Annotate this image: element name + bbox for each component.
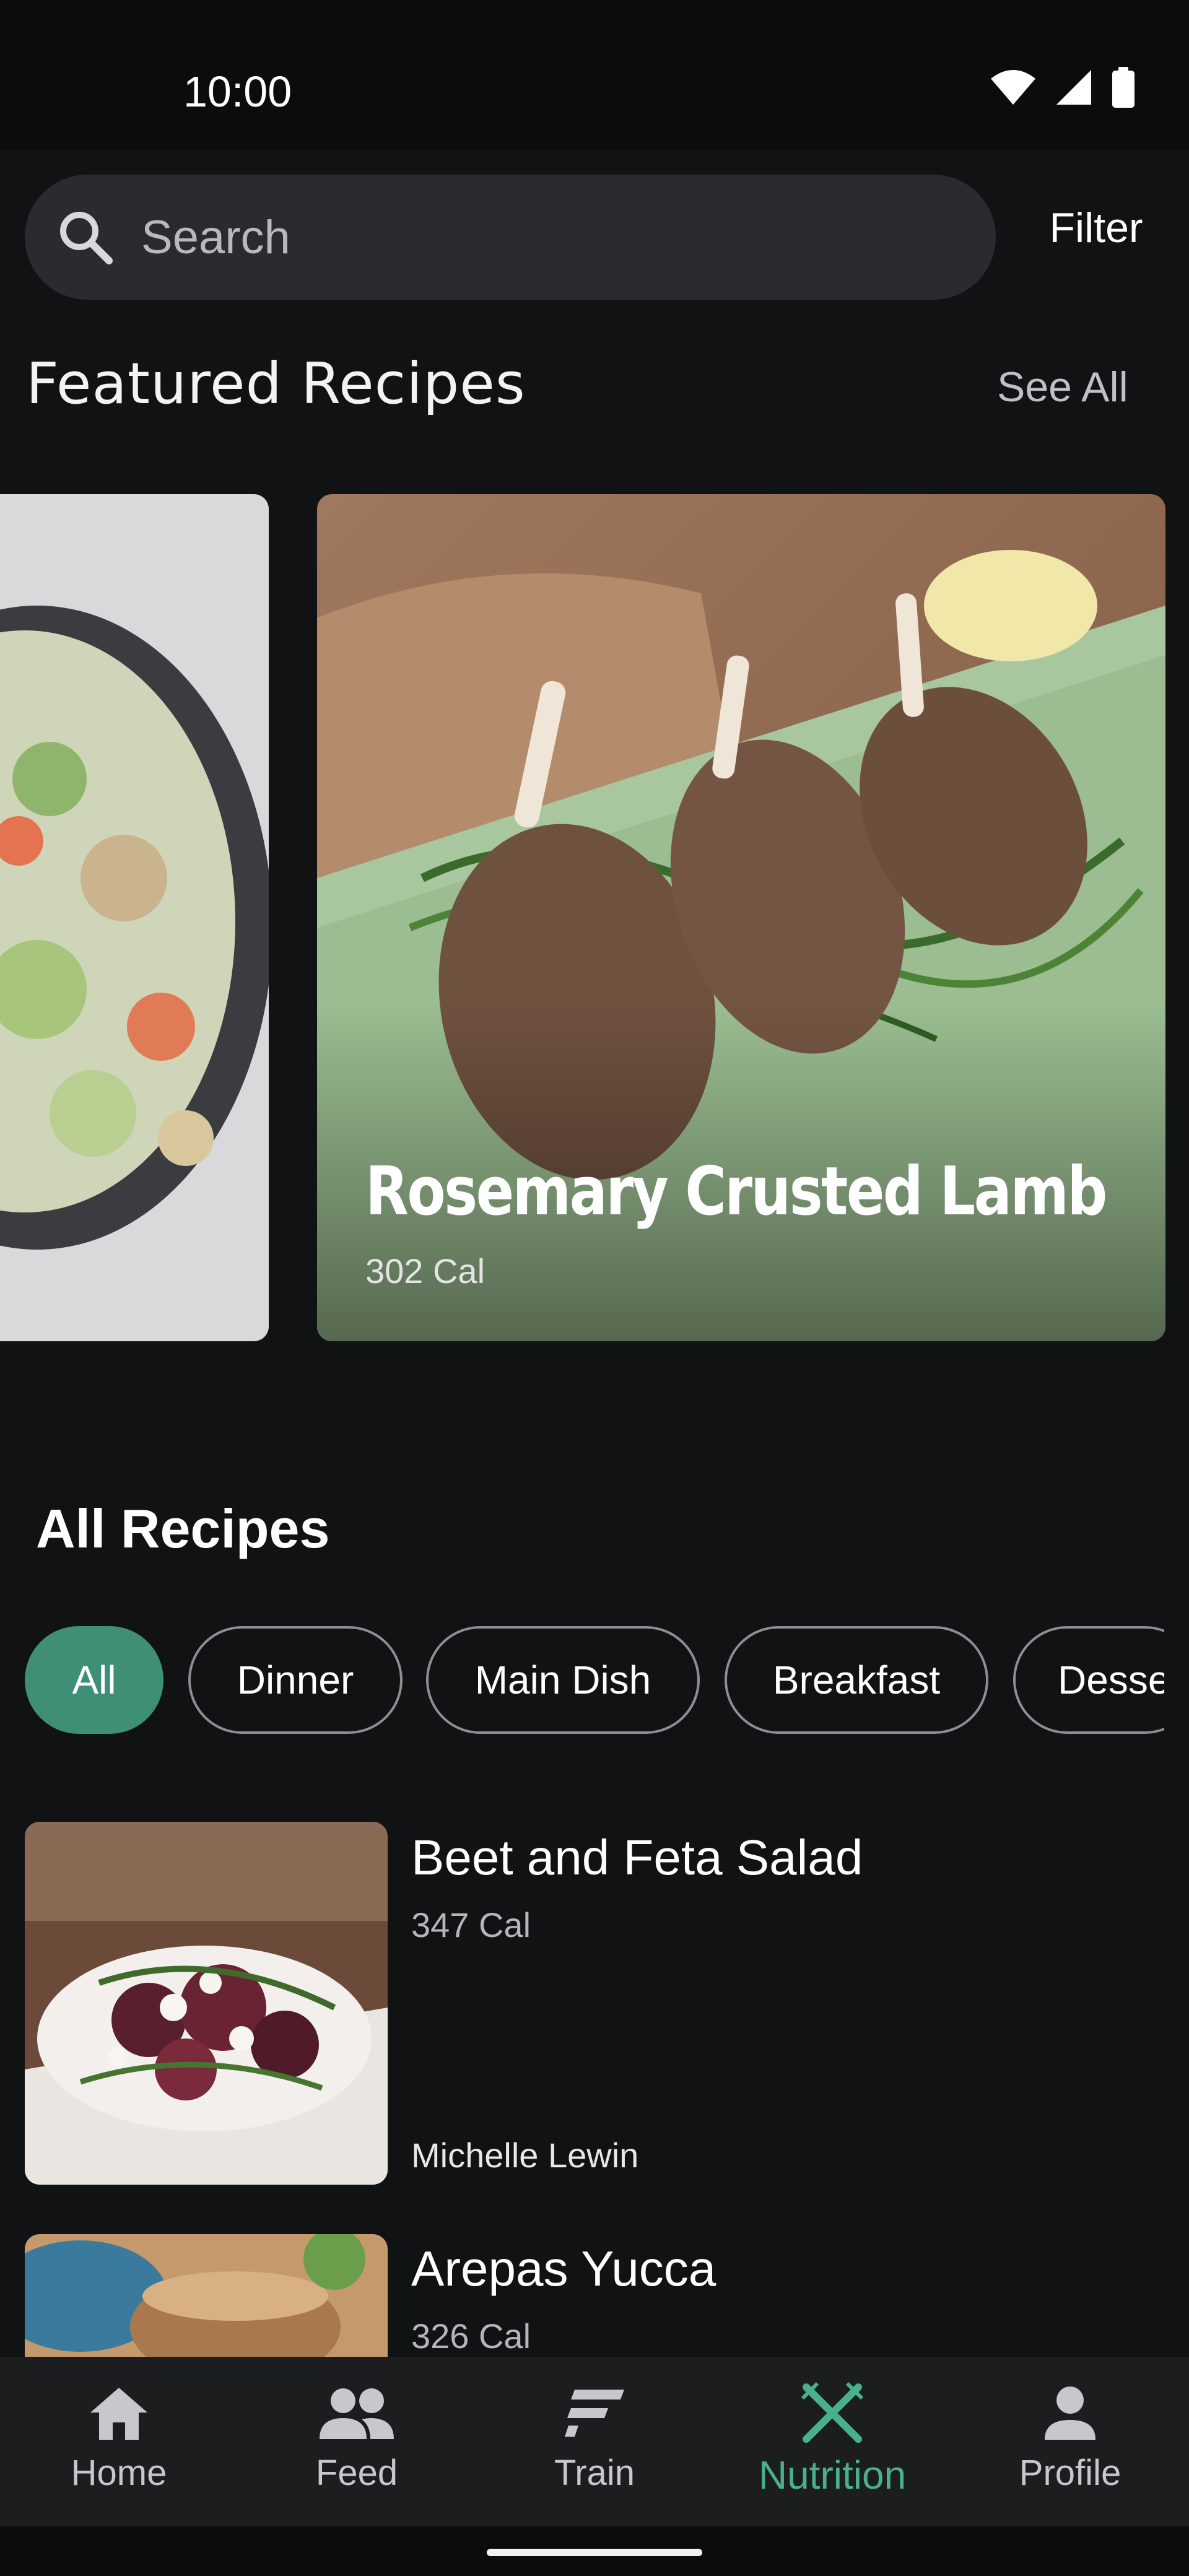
chip-dinner[interactable]: Dinner [188, 1626, 403, 1734]
fork-knife-icon [801, 2382, 864, 2443]
recipe-calories: 326 Cal [411, 2317, 531, 2356]
recipe-calories: 347 Cal [411, 1905, 531, 1944]
nav-feed[interactable]: Feed [238, 2357, 476, 2526]
search-placeholder: Search [141, 211, 290, 264]
salad-image [0, 494, 269, 1341]
beet-salad-image [25, 1822, 388, 2185]
nav-label: Train [554, 2453, 635, 2493]
bottom-navigation: Home Feed Train Nutrition Profile [0, 2357, 1189, 2526]
filter-button[interactable]: Filter [1028, 197, 1164, 259]
nav-home[interactable]: Home [0, 2357, 238, 2526]
people-icon [320, 2388, 394, 2439]
chip-main-dish[interactable]: Main Dish [426, 1626, 700, 1734]
search-icon [60, 212, 113, 264]
person-icon [1045, 2387, 1095, 2440]
featured-recipe-name: Rosemary Crusted Lamb [365, 1153, 1107, 1230]
signal-icon [1056, 70, 1091, 105]
recipe-image-beet-salad[interactable] [25, 1822, 388, 2185]
category-chips: All Dinner Main Dish Breakfast Desse [25, 1626, 1164, 1738]
chip-breakfast[interactable]: Breakfast [725, 1626, 988, 1734]
status-icons [990, 67, 1136, 108]
recipe-name[interactable]: Arepas Yucca [411, 2240, 716, 2297]
arepas-image [25, 2234, 388, 2357]
nav-label: Nutrition [758, 2453, 907, 2497]
recipe-author[interactable]: Michelle Lewin [411, 2135, 638, 2175]
home-icon [90, 2388, 147, 2440]
featured-recipe-calories: 302 Cal [365, 1251, 486, 1290]
nav-nutrition[interactable]: Nutrition [713, 2357, 951, 2526]
search-input[interactable]: Search [25, 175, 996, 300]
nav-label: Feed [315, 2453, 398, 2493]
chip-all[interactable]: All [25, 1626, 163, 1734]
recipe-image-arepas[interactable] [25, 2234, 388, 2357]
see-all-link[interactable]: See All [997, 363, 1128, 411]
status-time: 10:00 [183, 67, 292, 116]
featured-recipes-title: Featured Recipes [26, 350, 526, 417]
wifi-icon [991, 70, 1035, 105]
all-recipes-title: All Recipes [36, 1498, 330, 1559]
featured-card-partial[interactable] [0, 494, 269, 1341]
battery-icon [1112, 67, 1135, 108]
train-icon [565, 2390, 624, 2437]
nav-label: Home [71, 2453, 167, 2493]
chip-dessert[interactable]: Desse [1013, 1626, 1164, 1734]
nav-train[interactable]: Train [476, 2357, 713, 2526]
nav-profile[interactable]: Profile [951, 2357, 1189, 2526]
recipe-name[interactable]: Beet and Feta Salad [411, 1829, 863, 1886]
nav-label: Profile [1019, 2453, 1121, 2493]
home-gesture-bar[interactable] [487, 2549, 702, 2556]
